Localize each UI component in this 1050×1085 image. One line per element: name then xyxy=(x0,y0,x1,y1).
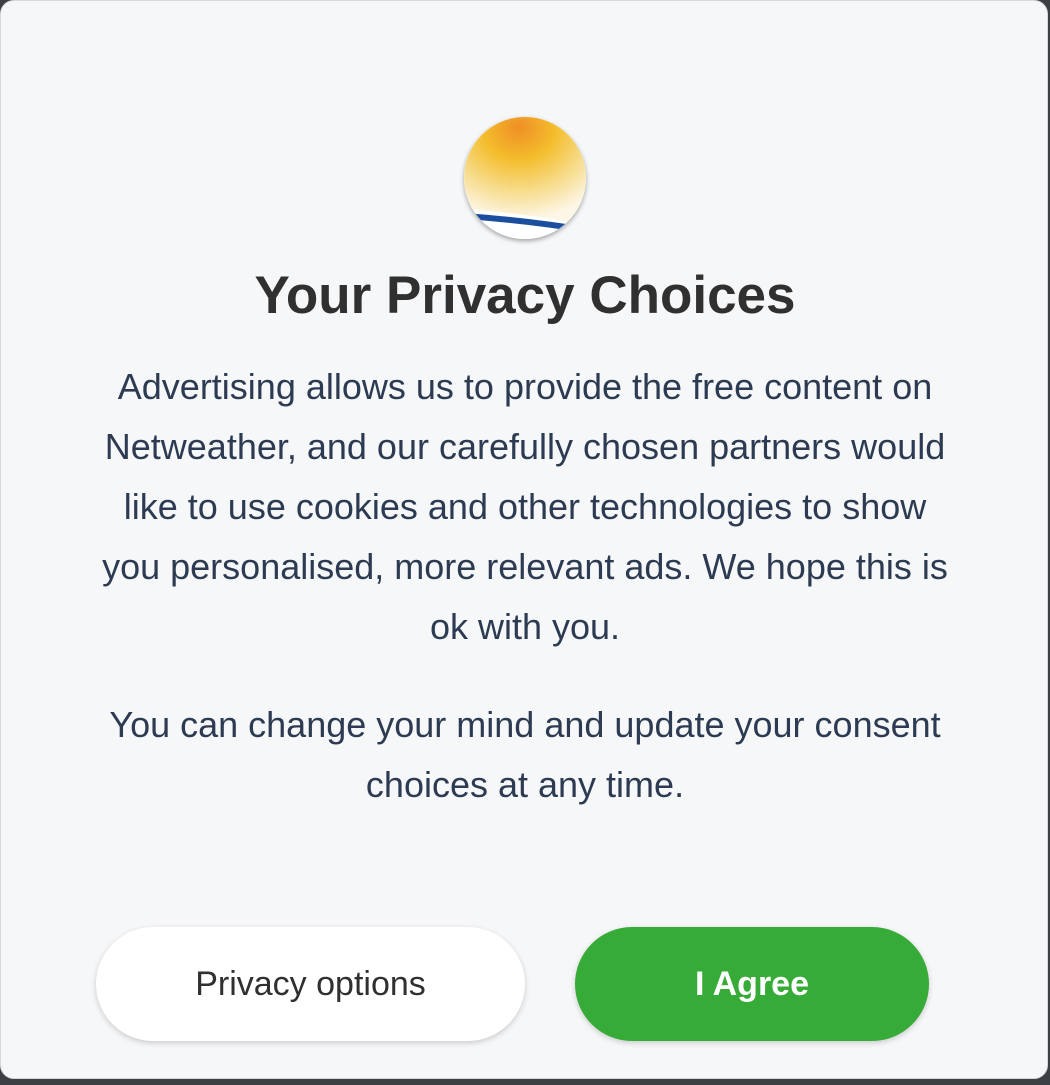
netweather-sun-logo-icon xyxy=(464,117,586,239)
advertising-explanation-text: Advertising allows us to provide the fre… xyxy=(102,366,948,647)
agree-button[interactable]: I Agree xyxy=(575,927,929,1041)
privacy-consent-dialog: Your Privacy Choices Advertising allows … xyxy=(0,0,1048,1079)
consent-change-text: You can change your mind and update your… xyxy=(109,704,941,805)
privacy-options-button[interactable]: Privacy options xyxy=(96,927,525,1041)
dialog-title: Your Privacy Choices xyxy=(254,266,796,325)
